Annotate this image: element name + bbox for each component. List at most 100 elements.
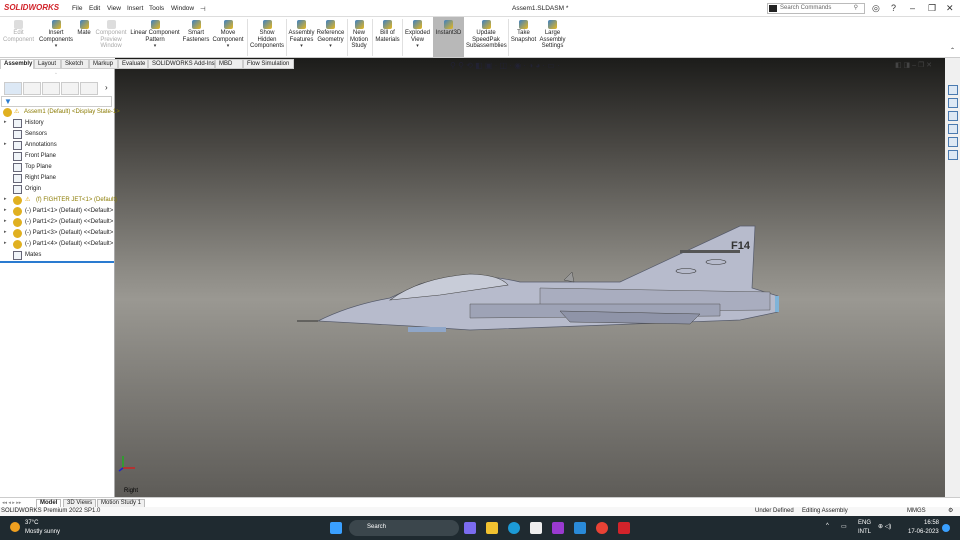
mail-icon[interactable] [574,522,586,534]
menu-file[interactable]: File [72,5,82,12]
clock-date[interactable]: 17-06-2023 [908,529,939,535]
clock-time[interactable]: 16:58 [924,520,939,526]
display-manager-tab[interactable] [80,82,98,95]
close-button[interactable]: ✕ [946,3,954,14]
appearances-icon[interactable] [948,137,958,147]
app-icon[interactable] [552,522,564,534]
file-explorer-icon[interactable] [486,522,498,534]
update-speedpak-button[interactable]: Update SpeedPak Subassemblies [466,20,507,50]
expand-arrow-icon[interactable]: ▸ [4,119,7,125]
mate-button[interactable]: Mate [76,20,92,37]
featuremanager-tab[interactable] [4,82,22,95]
search-commands-input[interactable]: Search Commands ⚲ [767,3,865,14]
new-motion-study-button[interactable]: New Motion Study [348,20,370,50]
help-icon[interactable]: ? [891,3,896,13]
start-icon[interactable] [330,522,342,534]
graphics-viewport[interactable]: F14 Right [115,58,945,497]
component-preview-button[interactable]: Component Preview Window [94,20,128,50]
expand-arrow-icon[interactable]: ▸ [4,207,7,213]
linear-pattern-button[interactable]: Linear Component Pattern ▾ [130,20,180,50]
show-hidden-button[interactable]: Show Hidden Components [250,20,284,50]
design-library-icon[interactable] [948,111,958,121]
menu-edit[interactable]: Edit [89,5,100,12]
tab-layout[interactable]: Layout [34,59,61,69]
pattern-icon [150,20,160,29]
viewport-window-controls[interactable]: ◧ ◨ – ❐ ✕ [895,61,932,69]
tab-sketch[interactable]: Sketch [61,59,89,69]
tree-item-label: (-) Part1<2> (Default) <<Default> [25,219,114,225]
expand-arrow-icon[interactable]: ▸ [4,229,7,235]
bill-of-materials-button[interactable]: Bill of Materials [374,20,401,43]
expand-arrow-icon[interactable]: ▸ [4,240,7,246]
teams-icon[interactable] [464,522,476,534]
propertymanager-tab[interactable] [23,82,41,95]
filter-input[interactable]: ▼ [1,96,112,107]
solidworks-taskbar-icon[interactable] [618,522,630,534]
settings-icon[interactable]: ⚙ [948,507,953,514]
tab-addins[interactable]: SOLIDWORKS Add-Ins [148,59,215,69]
label: Move Component [212,30,244,43]
tab-evaluate[interactable]: Evaluate [118,59,148,69]
triad-icon [118,456,135,472]
instant3d-button[interactable]: Instant3D [434,20,463,37]
chrome-icon[interactable] [596,522,608,534]
menu-window[interactable]: Window [171,5,194,12]
label: Mate [77,30,91,36]
smart-fasteners-button[interactable]: Smart Fasteners [182,20,210,43]
label: Linear Component Pattern [130,30,180,43]
language-1[interactable]: ENG [858,520,871,526]
network-volume-icon[interactable]: ⊕ ◁) [878,523,891,530]
resources-icon[interactable] [948,98,958,108]
units-selector[interactable]: MMGS [907,508,926,514]
tree-item-label: (f) FIGHTER JET<1> (Default) [36,197,118,203]
expand-arrow-icon[interactable]: ▸ [4,141,7,147]
store-icon[interactable] [530,522,542,534]
notification-badge[interactable] [942,524,950,532]
edit-component-button[interactable]: Edit Component [2,20,35,43]
file-explorer-icon[interactable] [948,124,958,134]
menu-insert[interactable]: Insert [127,5,143,12]
home-icon[interactable] [948,85,958,95]
large-assembly-settings-button[interactable]: Large Assembly Settings [539,20,566,50]
insert-components-button[interactable]: Insert Components ▾ [38,20,74,50]
tray-chevron-icon[interactable]: ^ [826,523,829,529]
motion-study-icon [354,20,364,29]
take-snapshot-button[interactable]: Take Snapshot [510,20,537,43]
reference-geometry-button[interactable]: Reference Geometry ▾ [316,20,345,50]
weather-desc[interactable]: Mostly sunny [25,529,60,535]
tab-flow-simulation[interactable]: Flow Simulation [243,59,294,69]
restore-button[interactable]: ❐ [928,3,936,14]
weather-temp[interactable]: 37°C [25,520,38,526]
assembly-features-button[interactable]: Assembly Features ▾ [288,20,315,50]
edge-icon[interactable] [508,522,520,534]
heads-up-view-toolbar[interactable]: ⚲ ⚲ ⟲ ◧ ▣ · ◫ · ◉ · ◑ ◕ · ▭ · [450,61,560,70]
expand-arrow-icon[interactable]: ▸ [4,218,7,224]
tab-mbd[interactable]: MBD [215,59,243,69]
fighter-jet-model[interactable]: F14 [115,58,945,497]
search-icon[interactable]: ⚲ [854,4,858,11]
tab-scroll-arrows[interactable]: ◂◂ ◂ ▸ ▸▸ [2,500,21,506]
pin-icon[interactable]: ⊣ [200,5,206,13]
tab-assembly[interactable]: Assembly [0,59,34,69]
panel-grip[interactable]: ◦ [55,71,57,77]
editing-status: Editing Assembly [802,508,848,514]
minimize-button[interactable]: – [910,3,915,13]
custom-properties-icon[interactable] [948,150,958,160]
tree-item-label: Top Plane [25,164,52,170]
exploded-view-button[interactable]: Exploded View ▾ [404,20,431,50]
chevron-right-icon[interactable]: › [105,83,108,92]
menu-tools[interactable]: Tools [149,5,164,12]
menu-view[interactable]: View [107,5,121,12]
configurationmanager-tab[interactable] [42,82,60,95]
language-2[interactable]: INTL [858,529,871,535]
taskbar-search[interactable]: Search [349,520,459,536]
tab-markup[interactable]: Markup [89,59,118,69]
move-component-button[interactable]: Move Component ▾ [212,20,244,50]
tray-icon[interactable]: ▭ [841,523,847,530]
collapse-ribbon-icon[interactable]: ⌃ [950,47,955,54]
rollback-bar[interactable] [0,261,114,263]
expand-arrow-icon[interactable]: ▸ [4,196,7,202]
label: Bill of Materials [375,30,400,43]
user-icon[interactable]: ◎ [872,3,880,14]
dimxpert-tab[interactable] [61,82,79,95]
